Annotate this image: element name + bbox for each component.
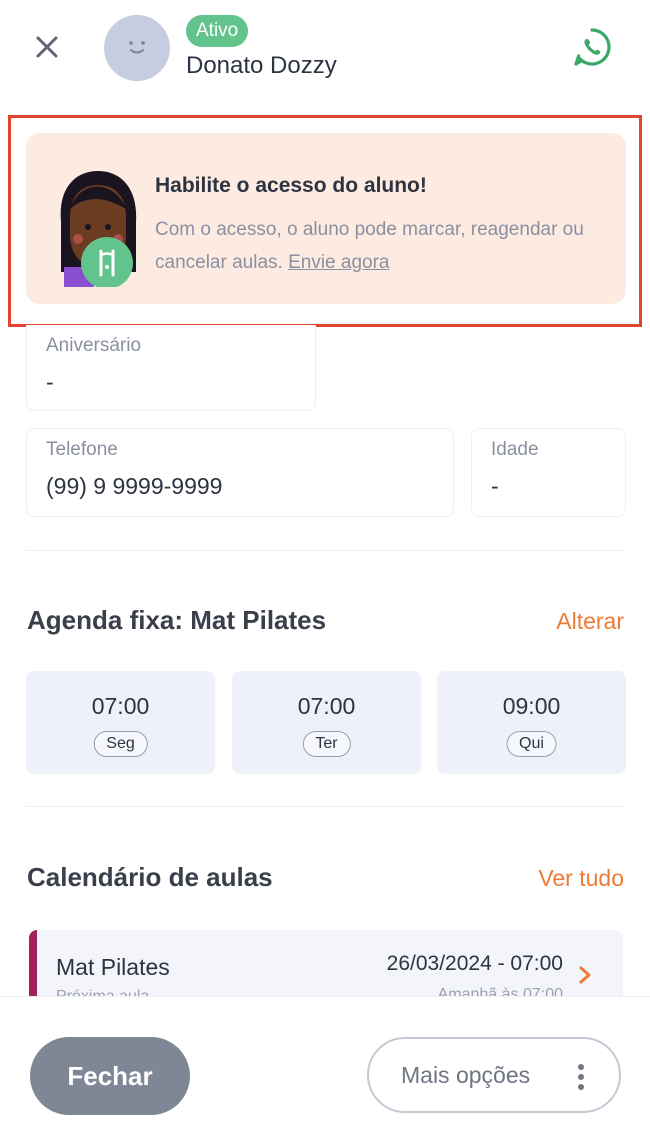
more-options-button[interactable]: Mais opções xyxy=(367,1037,621,1113)
more-options-label: Mais opções xyxy=(401,1061,531,1088)
phone-value: (99) 9 9999-9999 xyxy=(46,473,223,499)
close-button[interactable] xyxy=(30,30,64,64)
slot-time: 09:00 xyxy=(502,693,561,719)
close-icon xyxy=(36,36,58,58)
bottom-bar: Fechar Mais opções xyxy=(0,996,650,1134)
slot-time: 07:00 xyxy=(91,693,150,719)
smiley-icon xyxy=(129,41,145,54)
whatsapp-button[interactable] xyxy=(570,25,614,69)
slot-day: Qui xyxy=(506,731,557,757)
divider xyxy=(26,550,626,551)
age-label: Idade xyxy=(491,439,539,460)
close-sheet-button[interactable]: Fechar xyxy=(30,1037,190,1115)
slot-day: Seg xyxy=(93,731,148,757)
lesson-name: Mat Pilates xyxy=(56,954,170,980)
calendar-title: Calendário de aulas xyxy=(27,862,273,892)
send-now-link[interactable]: Envie agora xyxy=(288,252,389,273)
banner-title: Habilite o acesso do aluno! xyxy=(155,174,427,197)
schedule-slot[interactable]: 07:00 Ter xyxy=(232,671,421,774)
student-name: Donato Dozzy xyxy=(186,52,337,79)
student-illustration xyxy=(60,171,137,287)
schedule-slot[interactable]: 07:00 Seg xyxy=(26,671,215,774)
banner-text: Com o acesso, o aluno pode marcar, reage… xyxy=(155,213,615,279)
access-banner[interactable]: Habilite o acesso do aluno! Com o acesso… xyxy=(26,133,626,304)
slot-day: Ter xyxy=(302,731,351,757)
see-all-link[interactable]: Ver tudo xyxy=(538,865,624,892)
avatar xyxy=(104,15,170,81)
whatsapp-icon xyxy=(574,28,611,66)
change-schedule-link[interactable]: Alterar xyxy=(556,608,624,635)
slot-time: 07:00 xyxy=(297,693,356,719)
divider xyxy=(26,806,626,807)
age-value: - xyxy=(491,473,499,499)
schedule-title: Agenda fixa: Mat Pilates xyxy=(27,605,327,635)
status-badge: Ativo xyxy=(186,15,249,47)
phone-field: Telefone (99) 9 9999-9999 xyxy=(26,428,454,517)
birthday-value: - xyxy=(46,369,54,395)
schedule-slot[interactable]: 09:00 Qui xyxy=(437,671,626,774)
header: Ativo Donato Dozzy xyxy=(0,0,650,110)
birthday-label: Aniversário xyxy=(46,335,142,356)
kebab-menu-icon xyxy=(578,1064,584,1090)
age-field: Idade - xyxy=(471,428,626,517)
lesson-datetime: 26/03/2024 - 07:00 xyxy=(386,952,563,975)
phone-label: Telefone xyxy=(46,439,118,460)
chevron-right-icon xyxy=(579,966,591,984)
birthday-field: Aniversário - xyxy=(26,325,316,411)
